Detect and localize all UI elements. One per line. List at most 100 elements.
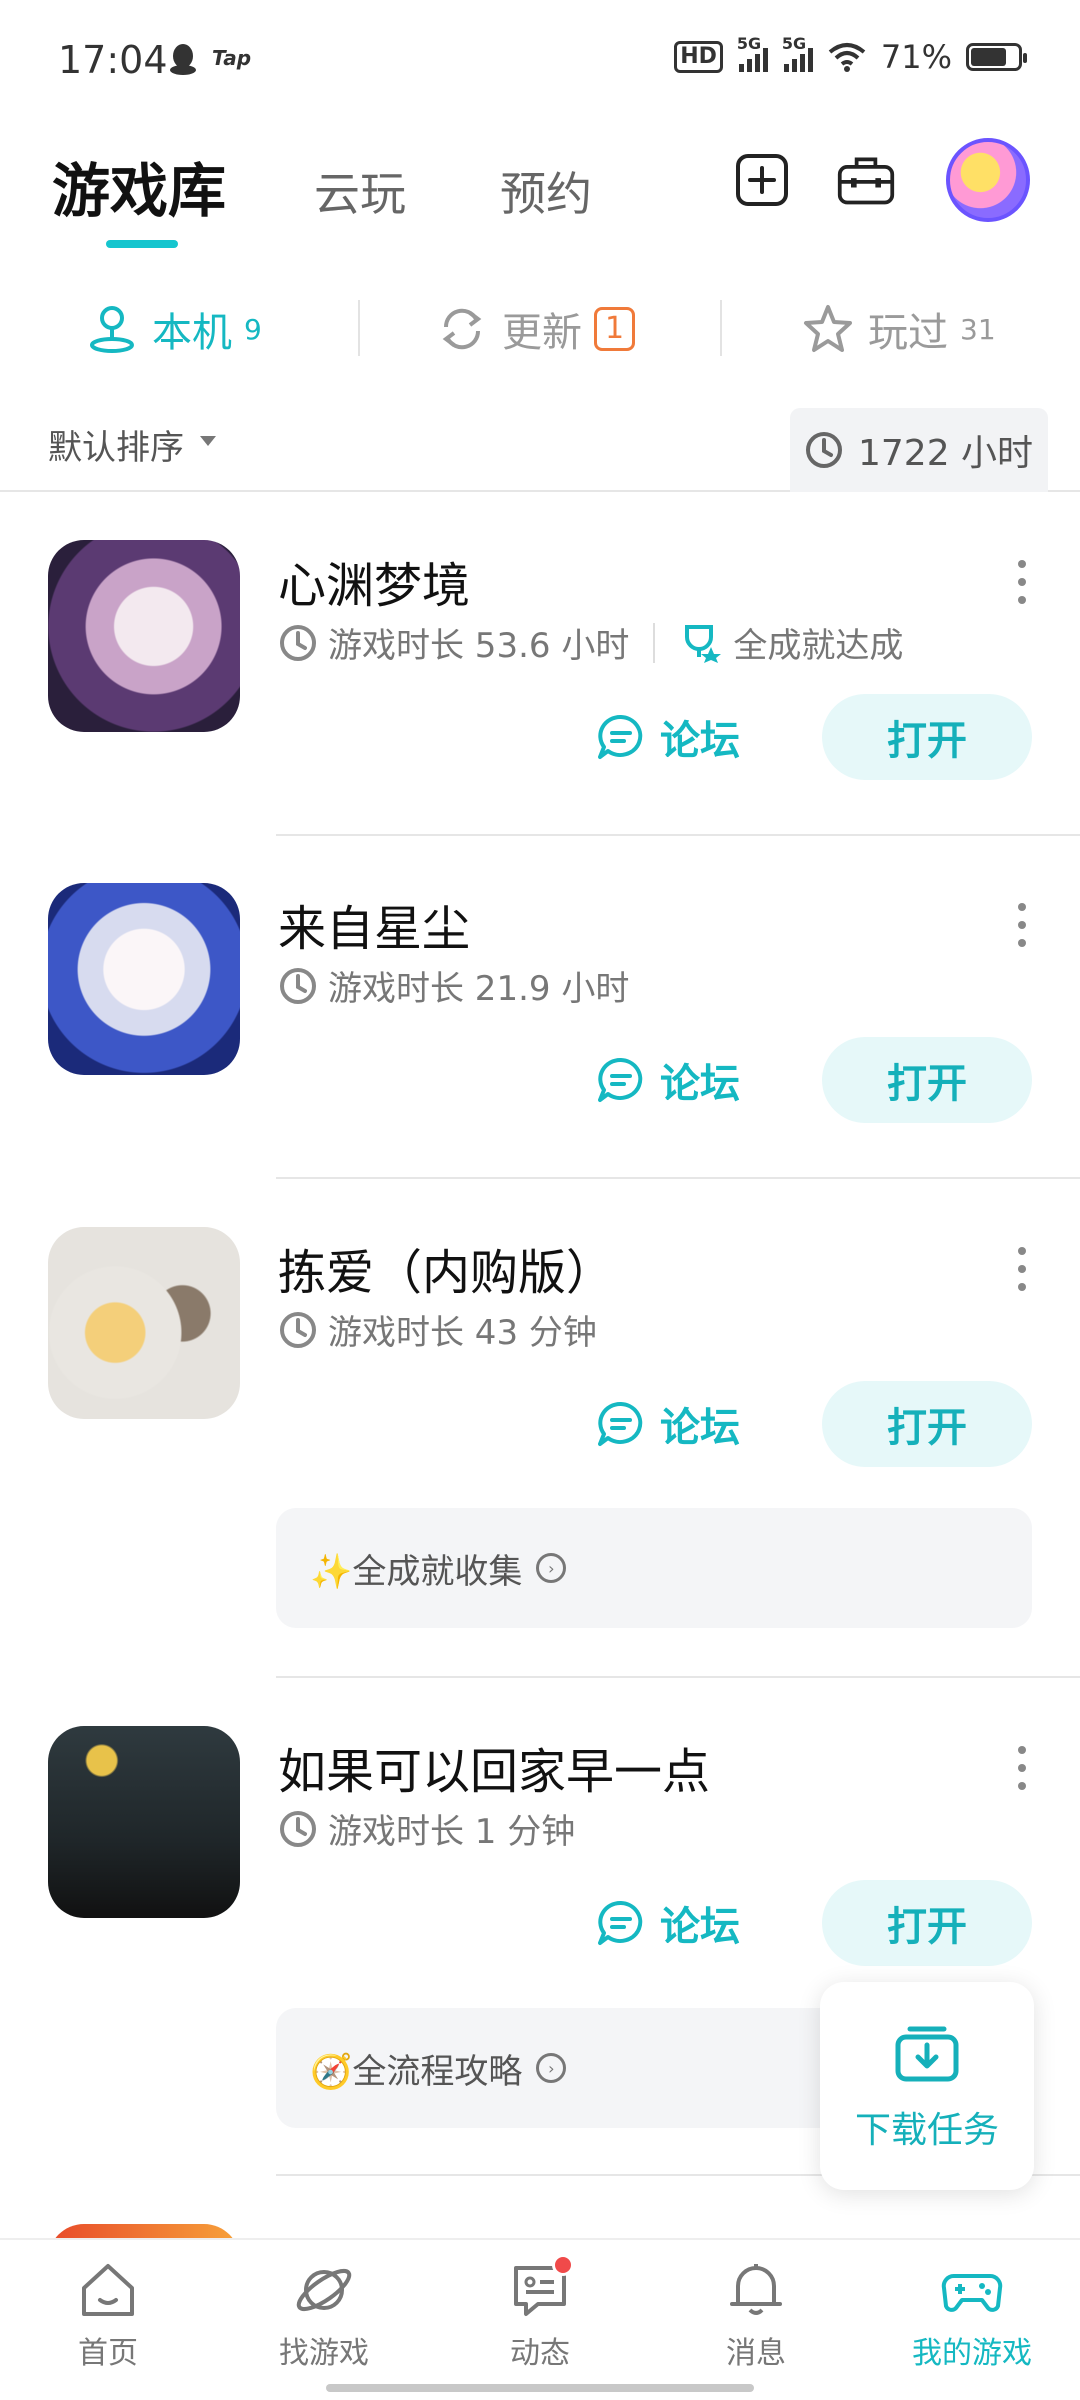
divider (720, 300, 722, 356)
clock-icon (280, 624, 316, 661)
forum-icon (598, 714, 643, 759)
game-meta: 游戏时长 1 分钟 (278, 1804, 575, 1853)
achievement-status: 全成就达成 (733, 626, 904, 666)
forum-icon (598, 1057, 643, 1102)
open-button[interactable]: 打开 (822, 694, 1032, 780)
game-meta: 游戏时长 21.9 小时 (278, 961, 629, 1010)
forum-icon (598, 1401, 643, 1446)
game-title[interactable]: 心渊梦境 (278, 546, 470, 616)
open-button[interactable]: 打开 (822, 1880, 1032, 1966)
nav-my-games-label: 我的游戏 (912, 2336, 1032, 2371)
more-options-icon[interactable] (1012, 1746, 1032, 1790)
hd-voice-icon: HD (674, 41, 723, 73)
filter-played[interactable]: 玩过 31 (800, 300, 996, 358)
tab-game-library[interactable]: 游戏库 (52, 144, 226, 228)
chevron-right-icon: › (536, 2053, 567, 2083)
signal-1-icon: 5G (737, 34, 768, 72)
trophy-icon (685, 624, 722, 663)
nav-feed[interactable]: 动态 (460, 2254, 620, 2372)
total-playtime-chip[interactable]: 1722 小时 (790, 408, 1048, 492)
open-button[interactable]: 打开 (822, 1037, 1032, 1123)
forum-button[interactable]: 论坛 (596, 1051, 740, 1109)
active-tab-indicator (106, 240, 178, 248)
user-avatar[interactable] (946, 138, 1030, 222)
game-playtime: 游戏时长 1 分钟 (328, 1812, 576, 1852)
filter-local-label: 本机 (152, 310, 232, 356)
tab-reservation[interactable]: 预约 (500, 158, 592, 224)
status-bar: 17:04 Tap HD 5G 5G 71% (0, 0, 1080, 120)
game-icon[interactable] (48, 883, 240, 1075)
game-playtime: 游戏时长 53.6 小时 (328, 626, 630, 666)
filter-played-label: 玩过 (868, 310, 948, 356)
bell-icon (730, 2264, 782, 2315)
filter-tabs: 本机 9 更新 1 玩过 31 (0, 280, 1080, 380)
filter-update[interactable]: 更新 1 (434, 300, 636, 358)
filter-played-count: 31 (960, 312, 996, 346)
home-icon (82, 2264, 134, 2316)
game-playtime: 游戏时长 43 分钟 (328, 1313, 597, 1353)
forum-button[interactable]: 论坛 (596, 708, 740, 766)
planet-icon (296, 2268, 352, 2312)
toolbox-icon[interactable] (836, 150, 896, 210)
chat-icon (508, 2254, 574, 2322)
caret-down-icon[interactable] (200, 436, 216, 446)
tab-cloud-play[interactable]: 云玩 (314, 158, 406, 224)
download-task-button[interactable]: 下载任务 (820, 1982, 1034, 2190)
forum-button[interactable]: 论坛 (596, 1395, 740, 1453)
forum-button[interactable]: 论坛 (596, 1894, 740, 1952)
wifi-icon (828, 43, 866, 72)
divider (276, 1676, 1080, 1678)
battery-icon (966, 43, 1027, 71)
divider (276, 834, 1080, 836)
more-options-icon[interactable] (1012, 1247, 1032, 1291)
divider (653, 622, 656, 663)
game-title[interactable]: 来自星尘 (278, 889, 470, 959)
nav-my-games[interactable]: 我的游戏 (892, 2258, 1052, 2372)
more-options-icon[interactable] (1012, 560, 1032, 604)
game-meta: 游戏时长 43 分钟 (278, 1305, 597, 1354)
clock-icon (280, 1311, 316, 1348)
game-title[interactable]: 拣爱（内购版） (278, 1233, 614, 1303)
nav-messages-label: 消息 (726, 2336, 786, 2371)
add-icon[interactable] (732, 150, 792, 210)
download-tray-icon (895, 2026, 959, 2082)
forum-icon (598, 1900, 643, 1945)
walkthrough-label: 🧭全流程攻略 (310, 2051, 523, 2092)
game-icon[interactable] (48, 1726, 240, 1918)
nav-home-label: 首页 (78, 2336, 138, 2371)
divider (358, 300, 360, 356)
filter-local[interactable]: 本机 9 (84, 300, 262, 358)
game-title[interactable]: 如果可以回家早一点 (278, 1732, 710, 1802)
nav-messages[interactable]: 消息 (676, 2258, 836, 2372)
header: 游戏库 云玩 预约 (0, 120, 1080, 260)
filter-local-count: 9 (244, 312, 262, 346)
game-icon[interactable] (48, 540, 240, 732)
achievement-collection-card[interactable]: ✨全成就收集 › (276, 1508, 1032, 1628)
nav-feed-label: 动态 (510, 2336, 570, 2371)
refresh-icon (442, 308, 482, 350)
battery-percent: 71% (880, 38, 952, 76)
gamepad-icon (941, 2274, 1003, 2312)
game-meta: 游戏时长 53.6 小时 全成就达成 (278, 618, 903, 667)
forum-label: 论坛 (660, 1904, 740, 1950)
more-options-icon[interactable] (1012, 903, 1032, 947)
nav-find-games[interactable]: 找游戏 (244, 2258, 404, 2372)
open-button[interactable]: 打开 (822, 1381, 1032, 1467)
home-indicator[interactable] (326, 2384, 754, 2392)
forum-label: 论坛 (660, 718, 740, 764)
sort-dropdown[interactable]: 默认排序 (48, 420, 184, 469)
total-playtime: 1722 小时 (858, 433, 1034, 474)
bottom-nav: 首页 找游戏 动态 消息 我的游戏 (0, 2238, 1080, 2400)
star-icon (804, 305, 852, 352)
filter-update-label: 更新 (502, 310, 582, 356)
download-task-label: 下载任务 (854, 2110, 999, 2151)
divider (276, 1177, 1080, 1179)
clock-icon (806, 432, 842, 468)
achievement-collection-label: ✨全成就收集 (310, 1551, 523, 1592)
game-icon[interactable] (48, 1227, 240, 1419)
nav-home[interactable]: 首页 (28, 2258, 188, 2372)
sort-row: 默认排序 1722 小时 (0, 400, 1080, 492)
local-device-icon (90, 306, 134, 353)
clock-icon (280, 967, 316, 1004)
forum-label: 论坛 (660, 1405, 740, 1451)
